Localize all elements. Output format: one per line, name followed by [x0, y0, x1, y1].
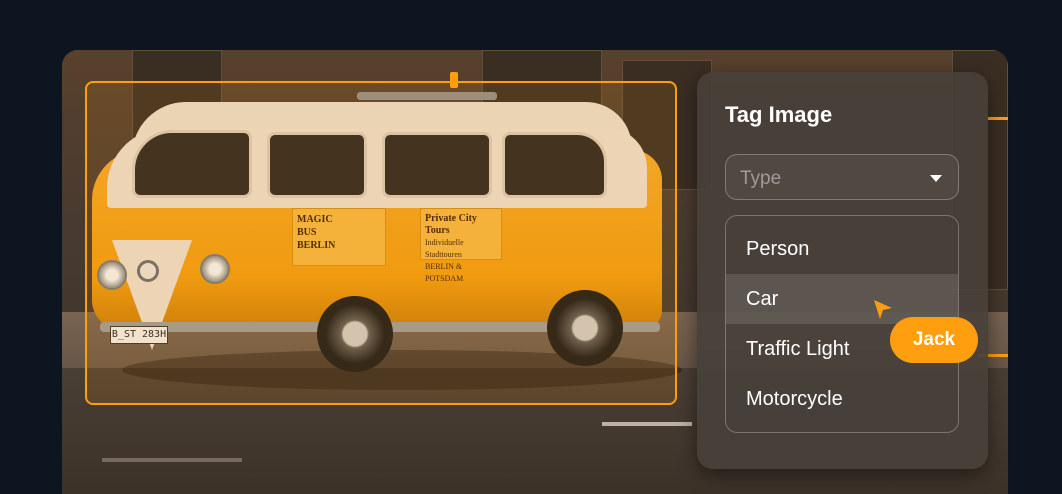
- bounding-box[interactable]: [85, 81, 677, 405]
- collaborator-name-tag: Jack: [890, 317, 978, 363]
- collaborator-cursor-icon: [872, 298, 894, 320]
- bbox-resize-handle[interactable]: [450, 72, 458, 88]
- type-dropdown[interactable]: Type: [725, 154, 959, 200]
- option-person[interactable]: Person: [726, 224, 958, 274]
- chevron-down-icon: [930, 175, 942, 182]
- tag-image-panel: Tag Image Type Person Car Traffic Light …: [697, 72, 988, 469]
- panel-title: Tag Image: [725, 102, 833, 127]
- option-motorcycle[interactable]: Motorcycle: [726, 374, 958, 424]
- selection-edge: [988, 117, 1008, 120]
- type-placeholder: Type: [740, 168, 782, 189]
- canvas: B_ST 283H MAGIC BUS BERLIN Private City …: [0, 0, 1062, 494]
